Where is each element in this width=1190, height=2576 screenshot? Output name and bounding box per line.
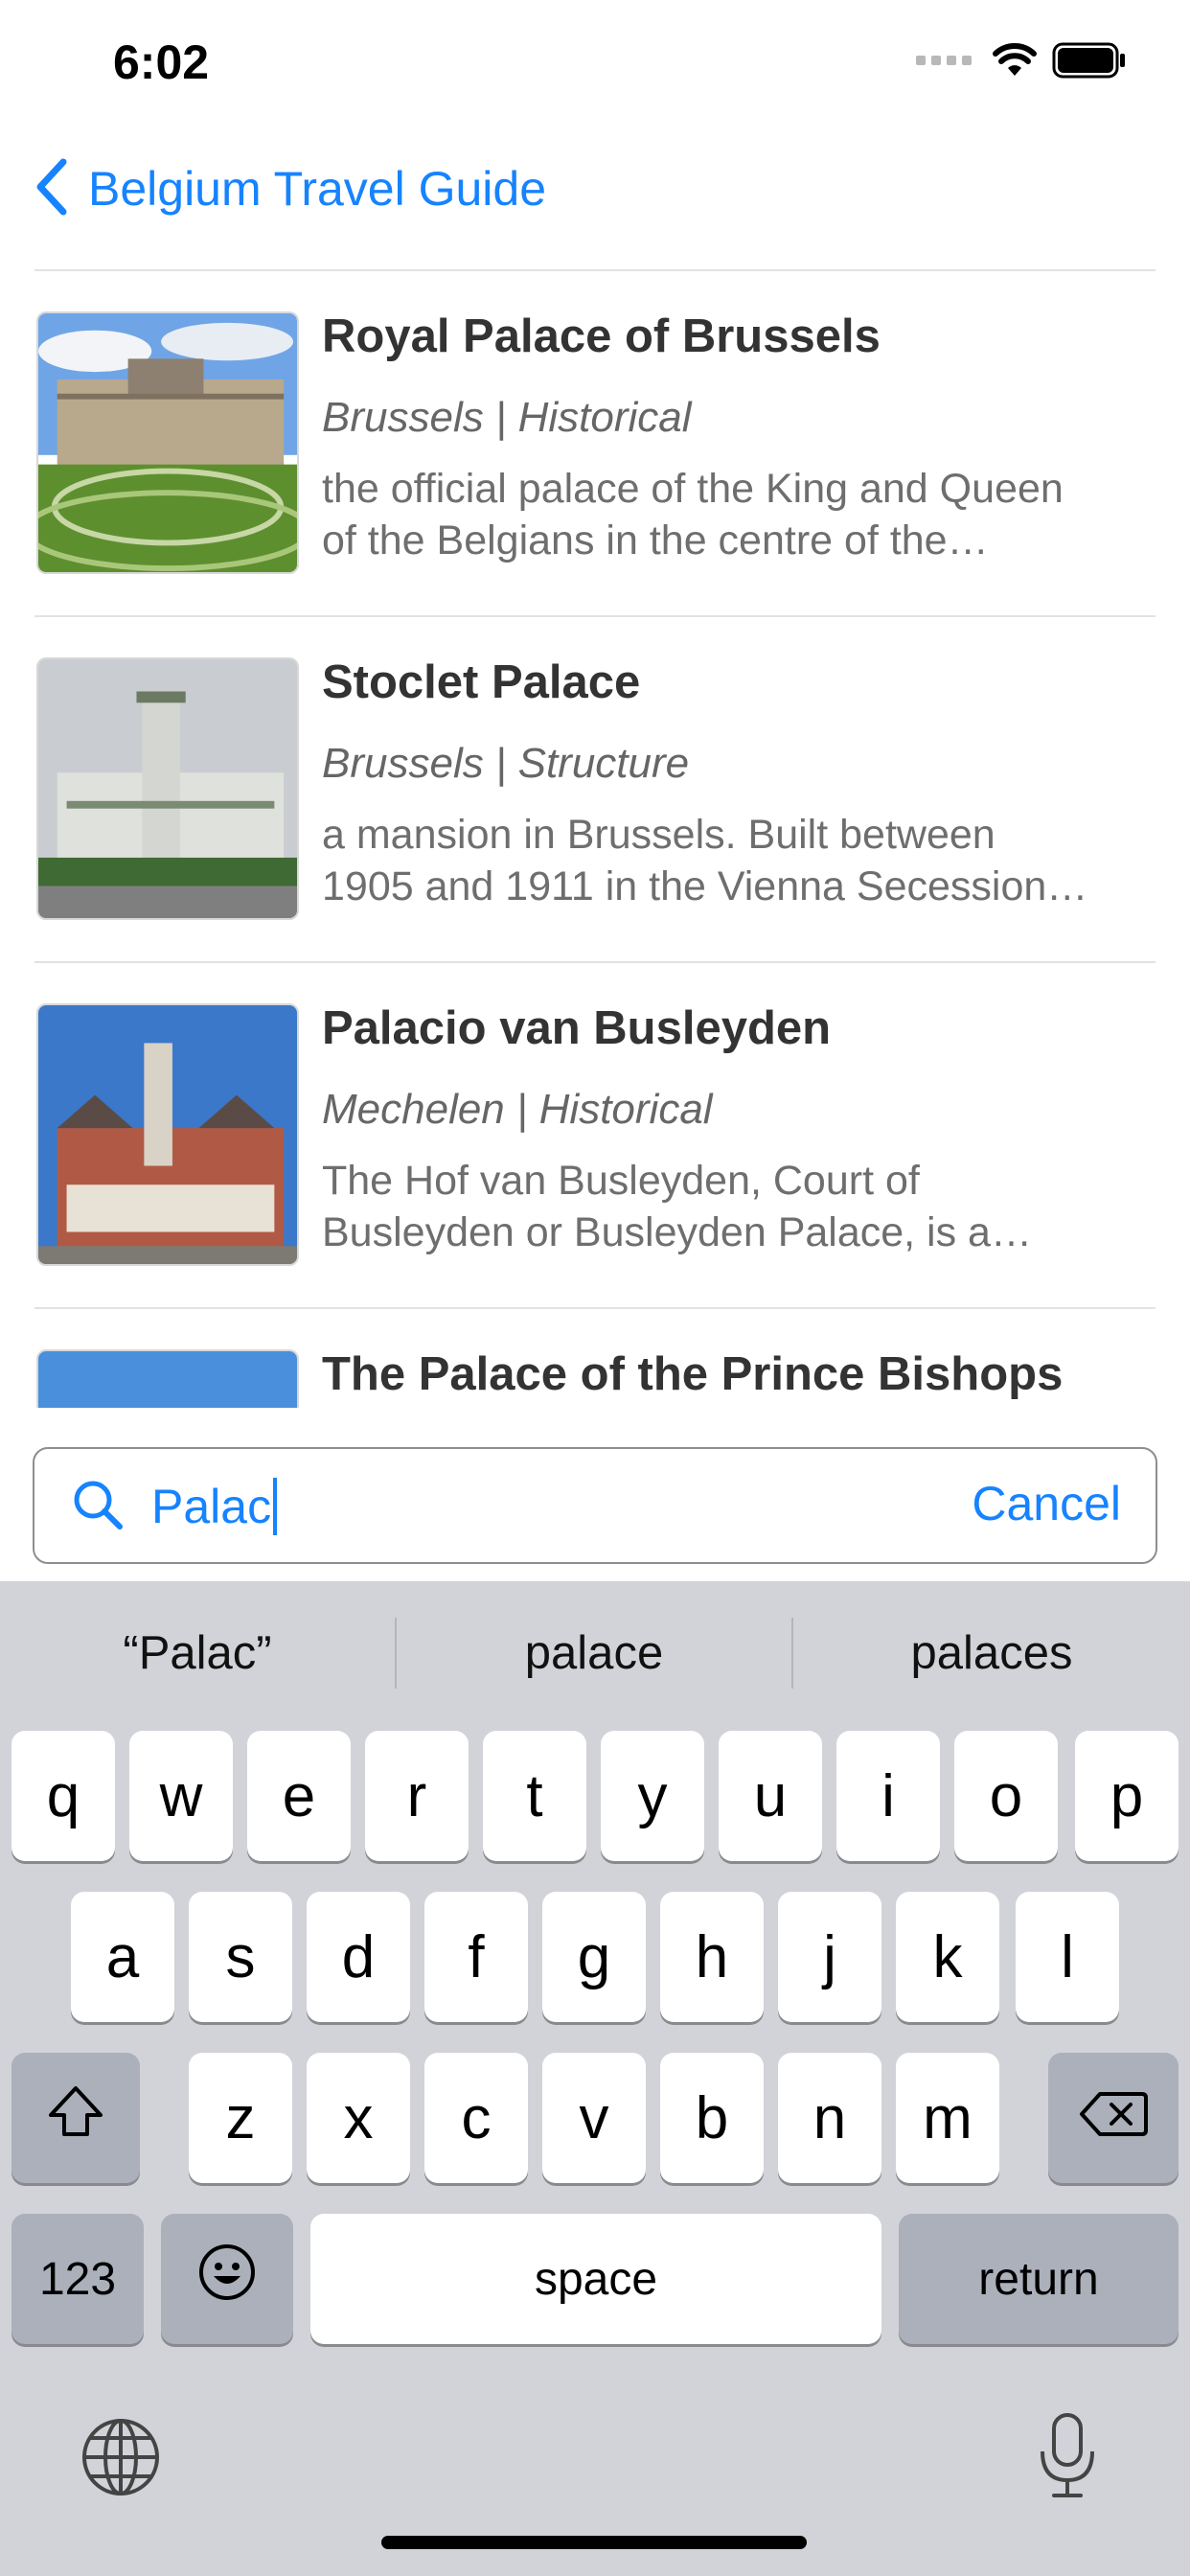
search-bar: Palac Cancel (33, 1447, 1157, 1564)
home-indicator[interactable] (381, 2536, 807, 2549)
key-d[interactable]: d (307, 1892, 410, 2022)
key-v[interactable]: v (542, 2053, 646, 2183)
key-t[interactable]: t (483, 1731, 586, 1861)
search-input[interactable]: Palac (151, 1476, 278, 1537)
suggestion-item[interactable]: palaces (793, 1581, 1190, 1725)
search-input-text: Palac (151, 1480, 272, 1533)
item-subtitle: Mechelen | Historical (322, 1086, 713, 1133)
key-b[interactable]: b (660, 2053, 764, 2183)
status-time: 6:02 (113, 35, 210, 89)
key-u[interactable]: u (719, 1731, 822, 1861)
keyboard: “Palac” palace palaces q w e r t y u i o… (0, 1581, 1190, 2576)
cellular-signal-icon (916, 56, 972, 65)
item-description: The Hof van Busleyden, Court of Busleyde… (322, 1158, 1032, 1255)
key-r[interactable]: r (365, 1731, 469, 1861)
royal-palace-thumbnail (36, 311, 299, 574)
list-item[interactable]: Royal Palace of Brussels Brussels | Hist… (34, 271, 1156, 617)
status-bar: 6:02 (0, 0, 1190, 134)
space-key[interactable]: space (310, 2214, 881, 2344)
key-z[interactable]: z (189, 2053, 292, 2183)
status-icons (916, 42, 1127, 79)
key-j[interactable]: j (778, 1892, 881, 2022)
return-key[interactable]: return (899, 2214, 1179, 2344)
microphone-icon[interactable] (1037, 2411, 1098, 2506)
key-e[interactable]: e (247, 1731, 351, 1861)
key-g[interactable]: g (542, 1892, 646, 2022)
text-caret (273, 1478, 278, 1535)
item-description: the official palace of the King and Quee… (322, 466, 1064, 564)
back-button-label: Belgium Travel Guide (88, 162, 547, 216)
key-l[interactable]: l (1016, 1892, 1119, 2022)
shift-icon (45, 2082, 106, 2154)
item-title: Palacio van Busleyden (322, 1002, 832, 1054)
key-f[interactable]: f (424, 1892, 528, 2022)
delete-icon (1079, 2084, 1148, 2152)
suggestion-item[interactable]: palace (397, 1581, 791, 1725)
wifi-icon (993, 43, 1037, 78)
key-a[interactable]: a (71, 1892, 174, 2022)
item-subtitle: Brussels | Structure (322, 740, 690, 787)
list-item[interactable]: Stoclet Palace Brussels | Structure a ma… (34, 617, 1156, 963)
item-subtitle: Brussels | Historical (322, 394, 692, 441)
emoji-key[interactable] (161, 2214, 293, 2344)
suggestion-item[interactable]: “Palac” (0, 1581, 395, 1725)
key-h[interactable]: h (660, 1892, 764, 2022)
item-description: a mansion in Brussels. Built between 190… (322, 812, 1088, 909)
globe-icon[interactable] (80, 2417, 161, 2502)
delete-key[interactable] (1048, 2053, 1179, 2183)
key-i[interactable]: i (836, 1731, 940, 1861)
key-n[interactable]: n (778, 2053, 881, 2183)
key-s[interactable]: s (189, 1892, 292, 2022)
stoclet-palace-thumbnail (36, 657, 299, 920)
key-p[interactable]: p (1075, 1731, 1179, 1861)
results-list[interactable]: Royal Palace of Brussels Brussels | Hist… (34, 271, 1156, 1408)
key-w[interactable]: w (129, 1731, 233, 1861)
key-m[interactable]: m (896, 2053, 999, 2183)
key-y[interactable]: y (601, 1731, 704, 1861)
prince-bishops-palace-thumbnail (36, 1349, 299, 1408)
emoji-icon (196, 2242, 258, 2317)
item-title: Stoclet Palace (322, 656, 641, 708)
shift-key[interactable] (11, 2053, 140, 2183)
key-x[interactable]: x (307, 2053, 410, 2183)
suggestion-bar: “Palac” palace palaces (0, 1581, 1190, 1725)
numbers-key[interactable]: 123 (11, 2214, 144, 2344)
item-title: The Palace of the Prince Bishops (322, 1348, 1064, 1400)
busleyden-palace-thumbnail (36, 1003, 299, 1266)
key-c[interactable]: c (424, 2053, 528, 2183)
key-k[interactable]: k (896, 1892, 999, 2022)
magnifier-icon (71, 1478, 125, 1536)
list-item[interactable]: The Palace of the Prince Bishops (34, 1309, 1156, 1408)
back-button[interactable]: Belgium Travel Guide (33, 155, 546, 222)
cancel-button[interactable]: Cancel (972, 1476, 1121, 1531)
item-title: Royal Palace of Brussels (322, 310, 881, 362)
key-q[interactable]: q (11, 1731, 115, 1861)
chevron-left-icon (33, 158, 71, 220)
list-item[interactable]: Palacio van Busleyden Mechelen | Histori… (34, 963, 1156, 1309)
battery-icon (1052, 42, 1127, 79)
key-o[interactable]: o (954, 1731, 1058, 1861)
